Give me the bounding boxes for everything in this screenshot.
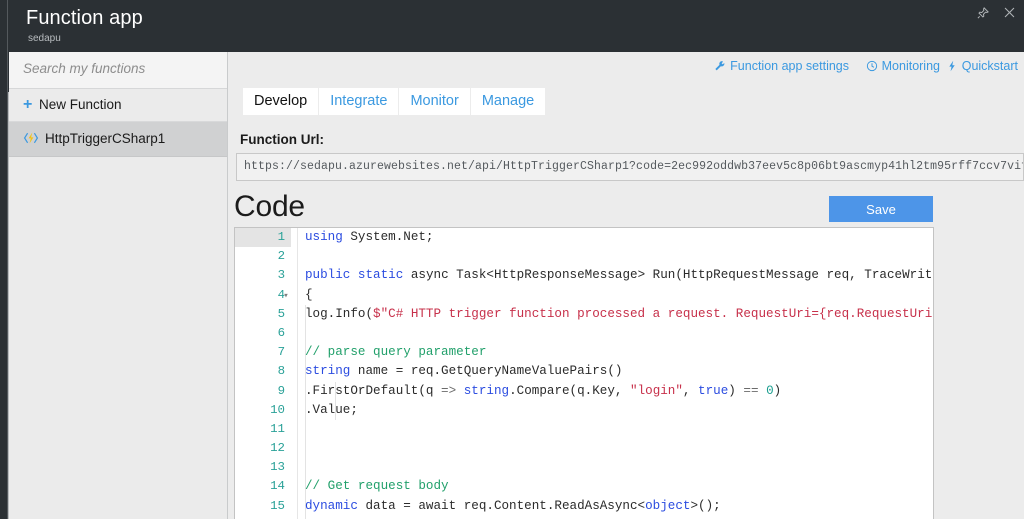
function-app-settings-label: Function app settings — [730, 59, 849, 73]
line-number: 1 — [235, 228, 291, 248]
code-text: .Value; — [305, 402, 358, 417]
quickstart-label: Quickstart — [961, 59, 1018, 73]
indent-guide — [305, 419, 306, 440]
blade-titlebar: Function app sedapu — [9, 0, 1024, 52]
indent-guide — [305, 439, 306, 459]
sidebar-item-label: HttpTriggerCSharp1 — [45, 131, 166, 146]
code-line: 2 — [235, 247, 933, 267]
code-line: 15 dynamic data = await req.Content.Read… — [235, 496, 933, 516]
save-button[interactable]: Save — [829, 196, 933, 222]
main-content: Develop Integrate Monitor Manage Functio… — [228, 85, 1024, 519]
code-line: 1 using System.Net; — [235, 228, 933, 248]
function-url-field[interactable]: https://sedapu.azurewebsites.net/api/Htt… — [236, 153, 1024, 181]
line-number: 15 — [235, 496, 291, 516]
line-number: 10 — [235, 400, 291, 420]
code-line: 3 public static async Task<HttpResponseMe… — [235, 266, 934, 286]
sidebar-item-httptriggercsharp1[interactable]: HttpTriggerCSharp1 — [9, 122, 227, 157]
line-number: 3 — [235, 266, 291, 286]
code-text: .FirstOrDefault(q => string.Compare(q.Ke… — [305, 383, 782, 398]
code-text: { — [305, 287, 313, 302]
app-root: Function app sedapu + New Function — [0, 0, 1024, 519]
indent-guide — [305, 323, 306, 344]
function-url-label: Function Url: — [240, 132, 324, 147]
code-line: 8 string name = req.GetQueryNameValuePai… — [235, 362, 933, 382]
code-heading: Code — [234, 190, 305, 223]
pin-icon[interactable] — [972, 4, 994, 24]
page-title: Function app — [26, 7, 143, 29]
search-input[interactable] — [21, 60, 215, 77]
function-url-value: https://sedapu.azurewebsites.net/api/Htt… — [244, 160, 1024, 173]
indent-guide — [305, 458, 306, 478]
code-text: log.Info($"C# HTTP trigger function proc… — [305, 306, 934, 321]
code-line: 12 — [235, 439, 933, 459]
line-number: 12 — [235, 439, 291, 459]
tab-monitor[interactable]: Monitor — [399, 88, 471, 115]
new-function-label: New Function — [39, 97, 122, 112]
code-line: 14 // Get request body — [235, 477, 933, 497]
page-subtitle: sedapu — [28, 33, 61, 44]
search-container — [9, 52, 227, 89]
line-number: 13 — [235, 458, 291, 478]
code-text: dynamic data = await req.Content.ReadAsA… — [305, 498, 721, 513]
code-editor[interactable]: 1 using System.Net; 2 3 public static async … — [234, 227, 934, 519]
code-line: 10 .Value; — [235, 400, 933, 420]
line-number: 6 — [235, 323, 291, 344]
clock-icon — [866, 60, 878, 75]
line-number: 5 — [235, 304, 291, 324]
command-bar: Function app settings Monitoring Quickst… — [228, 52, 1024, 85]
function-app-settings-link[interactable]: Function app settings — [714, 59, 849, 77]
code-text: // parse query parameter — [305, 345, 487, 360]
code-text: public static async Task<HttpResponseMes… — [305, 268, 934, 283]
line-number: 14 — [235, 477, 291, 497]
tab-strip: Develop Integrate Monitor Manage — [243, 88, 547, 115]
code-line: 13 — [235, 458, 933, 478]
line-number: 9 — [235, 381, 291, 401]
quickstart-link[interactable]: Quickstart — [946, 59, 1018, 77]
line-number: 11 — [235, 419, 291, 440]
functions-sidebar: + New Function HttpTriggerCSharp1 — [9, 52, 228, 519]
line-number: 8 — [235, 362, 291, 382]
tab-manage[interactable]: Manage — [470, 88, 547, 115]
line-number: 2 — [235, 247, 291, 267]
code-text: // Get request body — [305, 479, 449, 494]
code-line: 11 — [235, 419, 933, 440]
tab-integrate[interactable]: Integrate — [319, 88, 400, 115]
close-icon[interactable] — [998, 4, 1020, 24]
new-function-button[interactable]: + New Function — [9, 89, 227, 122]
monitoring-link[interactable]: Monitoring — [866, 59, 940, 77]
plus-icon: + — [23, 96, 33, 113]
fold-toggle-icon[interactable]: ▾ — [281, 286, 291, 305]
bolt-icon — [946, 60, 958, 75]
function-icon — [23, 130, 39, 146]
code-line: 5 log.Info($"C# HTTP trigger function pr… — [235, 304, 934, 324]
tab-develop[interactable]: Develop — [243, 88, 320, 115]
code-text: string name = req.GetQueryNameValuePairs… — [305, 364, 623, 379]
code-text: using System.Net; — [305, 230, 434, 244]
code-lines: 1 using System.Net; 2 3 public static async … — [235, 228, 933, 519]
code-line: 4 ▾{ — [235, 285, 933, 305]
code-line: 7 // parse query parameter — [235, 343, 933, 363]
code-line: 6 — [235, 323, 933, 344]
monitoring-label: Monitoring — [881, 59, 940, 73]
code-line: 9 .FirstOrDefault(q => string.Compare(q.… — [235, 381, 933, 401]
line-number: 7 — [235, 343, 291, 363]
wrench-icon — [714, 60, 726, 75]
